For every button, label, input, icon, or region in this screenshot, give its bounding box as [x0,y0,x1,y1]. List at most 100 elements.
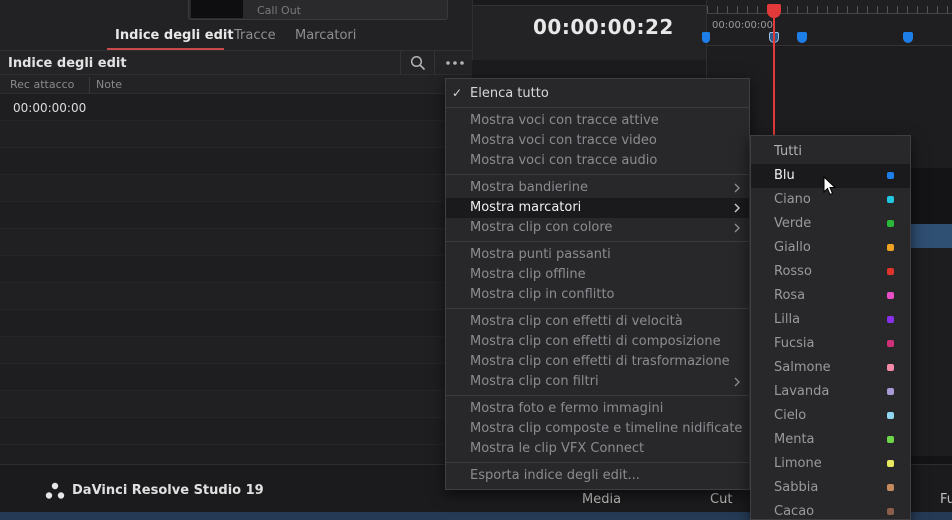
submenu-item-pink[interactable]: Rosa [751,284,910,308]
submenu-item-label: Blu [774,168,795,183]
clip-name: Call Out [257,4,301,17]
menu-separator [446,241,749,242]
menu-item-filter-clips[interactable]: Mostra clip con filtri [446,372,749,392]
table-row[interactable]: 00:00:00:00 [0,94,472,121]
edit-index-list: 00:00:00:00 [0,94,472,464]
mouse-pointer-icon [823,176,837,196]
column-divider[interactable] [89,77,90,93]
timeline-clip[interactable] [908,224,952,248]
menu-item-label: Mostra foto e fermo immagini [470,401,664,416]
empty-row [0,256,472,283]
menu-separator [446,174,749,175]
menu-item-show-colored-clips[interactable]: Mostra clip con colore [446,218,749,238]
color-swatch [887,316,894,323]
menu-item-label: Mostra clip con effetti di velocità [470,314,683,329]
column-header: Rec attacco Note [0,74,472,94]
submenu-item-fuchsia[interactable]: Fucsia [751,332,910,356]
menu-item-stills[interactable]: Mostra foto e fermo immagini [446,399,749,419]
timeline-ruler[interactable]: 00:00:00:00 [707,0,952,46]
submenu-item-cocoa[interactable]: Cacao [751,500,910,520]
more-options-icon [446,61,464,65]
timeline-marker[interactable] [797,32,807,43]
menu-item-compound-clips[interactable]: Mostra clip composte e timeline nidifica… [446,419,749,439]
menu-separator [446,308,749,309]
submenu-item-sky[interactable]: Cielo [751,404,910,428]
submenu-item-mint[interactable]: Menta [751,428,910,452]
chevron-right-icon [734,223,740,233]
menu-item-video-tracks[interactable]: Mostra voci con tracce video [446,131,749,151]
color-swatch [887,244,894,251]
color-swatch [887,220,894,227]
submenu-item-label: Cacao [774,504,815,519]
clip-card[interactable]: Call Out [188,0,448,20]
viewer-timecode[interactable]: 00:00:00:22 [533,15,674,39]
submenu-item-lavender[interactable]: Lavanda [751,380,910,404]
submenu-item-label: Fucsia [774,336,815,351]
page-cut-button[interactable]: Cut [710,492,732,507]
page-fusion-button[interactable]: Fu [940,492,952,507]
panel-title: Indice degli edit [8,56,127,71]
menu-item-transform-effects[interactable]: Mostra clip con effetti di trasformazion… [446,352,749,372]
menu-item-active-tracks[interactable]: Mostra voci con tracce attive [446,111,749,131]
menu-item-speed-effects[interactable]: Mostra clip con effetti di velocità [446,312,749,332]
menu-item-export-edit-index[interactable]: Esporta indice degli edit... [446,466,749,486]
menu-item-composite-effects[interactable]: Mostra clip con effetti di composizione [446,332,749,352]
submenu-item-label: Lavanda [774,384,830,399]
menu-item-offline-clips[interactable]: Mostra clip offline [446,265,749,285]
color-swatch [887,436,894,443]
more-options-button[interactable] [434,51,472,75]
color-swatch [887,292,894,299]
top-strip: Call Out [0,0,472,22]
empty-row [0,310,472,337]
clip-thumbnail [191,0,243,18]
submenu-item-label: Menta [774,432,815,447]
submenu-item-lemon[interactable]: Limone [751,452,910,476]
menu-item-conflict-clips[interactable]: Mostra clip in conflitto [446,285,749,305]
submenu-item-label: Tutti [774,144,803,159]
submenu-item-yellow[interactable]: Giallo [751,236,910,260]
davinci-logo-icon [45,482,65,499]
color-swatch [887,412,894,419]
submenu-item-salmon[interactable]: Salmone [751,356,910,380]
empty-row [0,337,472,364]
submenu-item-all[interactable]: Tutti [751,140,910,164]
tab-tracks[interactable]: Tracce [234,28,276,43]
menu-item-list-all[interactable]: ✓ Elenca tutto [446,84,749,104]
color-swatch [887,388,894,395]
menu-item-label: Mostra clip con effetti di trasformazion… [470,354,730,369]
timeline-track-dark [908,456,952,464]
submenu-item-green[interactable]: Verde [751,212,910,236]
menu-item-label: Mostra voci con tracce audio [470,153,658,168]
menu-item-vfx-connect[interactable]: Mostra le clip VFX Connect [446,439,749,459]
timeline-marker[interactable] [702,32,710,43]
column-notes[interactable]: Note [96,78,122,91]
playhead-handle[interactable] [767,4,781,18]
tab-edit-index[interactable]: Indice degli edit [115,28,234,43]
menu-item-label: Elenca tutto [470,86,549,101]
color-swatch [887,196,894,203]
menu-item-label: Esporta indice degli edit... [470,468,640,483]
submenu-item-label: Giallo [774,240,811,255]
menu-item-show-flags[interactable]: Mostra bandierine [446,178,749,198]
chevron-right-icon [734,203,740,213]
page-media-button[interactable]: Media [582,492,621,507]
column-rec-in[interactable]: Rec attacco [10,78,74,91]
submenu-item-label: Rosa [774,288,806,303]
menu-item-show-markers[interactable]: Mostra marcatori [446,198,749,218]
submenu-item-sand[interactable]: Sabbia [751,476,910,500]
timeline-track-dark [908,168,952,224]
timeline-marker[interactable] [903,32,913,43]
search-button[interactable] [400,51,434,75]
menu-item-label: Mostra clip composte e timeline nidifica… [470,421,743,436]
empty-row [0,283,472,310]
submenu-item-label: Ciano [774,192,811,207]
row-rec-in: 00:00:00:00 [13,101,87,115]
menu-item-label: Mostra marcatori [470,200,582,215]
edit-index-options-menu: ✓ Elenca tutto Mostra voci con tracce at… [445,78,750,490]
menu-item-label: Mostra bandierine [470,180,588,195]
menu-item-through-edits[interactable]: Mostra punti passanti [446,245,749,265]
submenu-item-purple[interactable]: Lilla [751,308,910,332]
menu-item-audio-tracks[interactable]: Mostra voci con tracce audio [446,151,749,171]
tab-markers[interactable]: Marcatori [295,28,356,43]
submenu-item-red[interactable]: Rosso [751,260,910,284]
